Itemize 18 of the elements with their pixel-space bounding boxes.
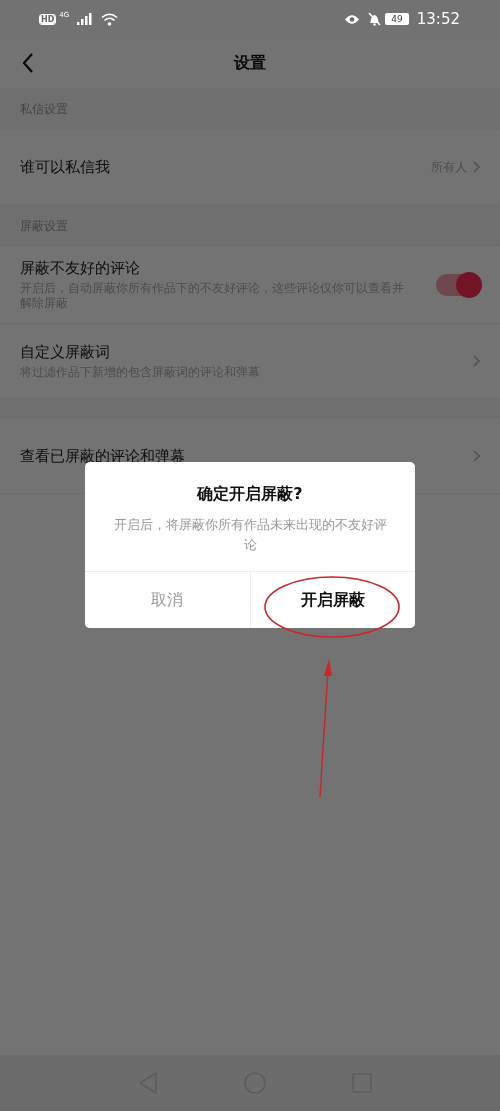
page-title: 设置 [234,52,266,74]
confirm-button[interactable]: 开启屏蔽 [249,572,415,628]
battery-icon: 49 [385,13,409,25]
chevron-icon [473,355,480,367]
dialog-message: 开启后，将屏蔽你所有作品未来出现的不友好评论 [113,516,387,554]
chevron-icon [473,450,480,462]
bell-off-icon [368,12,382,26]
back-icon[interactable] [22,53,34,73]
eye-icon [344,13,361,25]
wifi-icon [101,12,119,26]
row-label: 屏蔽不友好的评论 [20,259,141,278]
toggle-switch[interactable] [436,274,480,296]
hd-badge: HD [40,14,56,24]
row-label: 自定义屏蔽词 [20,342,111,362]
row-label: 谁可以私信我 [20,157,110,177]
clock: 13:52 [416,10,460,28]
chevron-icon [473,161,480,173]
signal-icon [77,13,94,25]
